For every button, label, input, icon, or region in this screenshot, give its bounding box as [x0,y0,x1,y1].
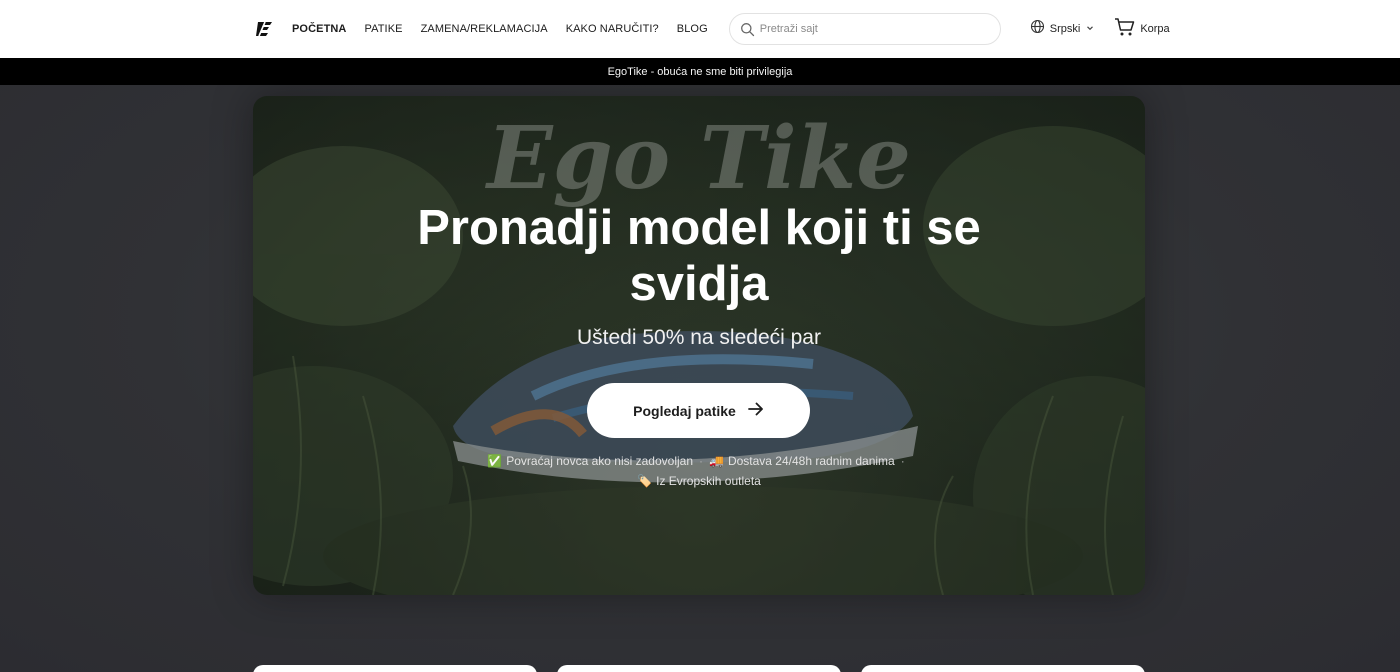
nav-item-blog[interactable]: BLOG [677,23,708,35]
hero-title-line2: svidja [629,257,769,311]
check-mark-icon: ✅ [487,454,503,468]
cart-label: Korpa [1140,23,1170,35]
view-sneakers-label: Pogledaj patike [633,402,736,419]
site-header: POČETNA PATIKE ZAMENA/REKLAMACIJA KAKO N… [0,0,1400,58]
view-sneakers-button[interactable]: Pogledaj patike [587,383,810,438]
globe-icon [1030,19,1045,39]
hero-title-line1: Pronadji model koji ti se [417,201,981,255]
announcement-text: EgoTike - obuća ne sme biti privilegija [607,65,793,78]
announcement-bar: EgoTike - obuća ne sme biti privilegija [0,58,1400,85]
product-card[interactable] [861,665,1145,672]
egotike-logo[interactable] [255,18,275,40]
nav-item-patike[interactable]: PATIKE [364,23,402,35]
logo-mark-icon [256,21,272,37]
chevron-down-icon [1085,20,1095,38]
separator-dot: · [699,454,703,468]
nav-item-zamena-reklamacija[interactable]: ZAMENA/REKLAMACIJA [421,23,548,35]
language-selector[interactable]: Srpski [1030,19,1096,39]
cart-icon [1114,17,1136,42]
search-box [728,13,1001,45]
nav-item-kako-naruciti[interactable]: KAKO NARUČITI? [566,23,659,35]
product-card[interactable] [253,665,537,672]
benefit-refund: ✅ Povraćaj novca ako nisi zadovoljan [487,451,693,471]
hero-title: Pronadji model koji ti se svidja [349,200,1049,312]
delivery-truck-icon: 🚚 [709,454,724,468]
separator-dot: · [900,454,905,468]
benefit-delivery: 🚚 Dostava 24/48h radnim danima [709,451,895,471]
hero-banner: Ego Tike Pronadji model koji ti se svidj… [253,96,1145,595]
header-inner: POČETNA PATIKE ZAMENA/REKLAMACIJA KAKO N… [255,0,1170,58]
search-icon [740,22,755,37]
main-nav: POČETNA PATIKE ZAMENA/REKLAMACIJA KAKO N… [292,23,708,35]
price-tag-icon: 🏷️ [637,474,653,488]
cart-button[interactable]: Korpa [1114,17,1170,42]
benefit-refund-text: Povraćaj novca ako nisi zadovoljan [506,454,693,468]
hero-subtitle: Uštedi 50% na sledeći par [577,326,821,349]
language-label: Srpski [1049,23,1081,35]
benefit-outlets: 🏷️ Iz Evropskih outleta [637,471,761,491]
benefit-outlets-text: Iz Evropskih outleta [656,474,761,488]
benefit-delivery-text: Dostava 24/48h radnim danima [727,454,895,468]
benefits-list: ✅ Povraćaj novca ako nisi zadovoljan · 🚚… [399,451,999,491]
search-input[interactable] [759,23,1000,35]
arrow-right-icon [747,402,764,419]
nav-item-pocetna[interactable]: POČETNA [292,23,346,35]
product-card[interactable] [557,665,841,672]
